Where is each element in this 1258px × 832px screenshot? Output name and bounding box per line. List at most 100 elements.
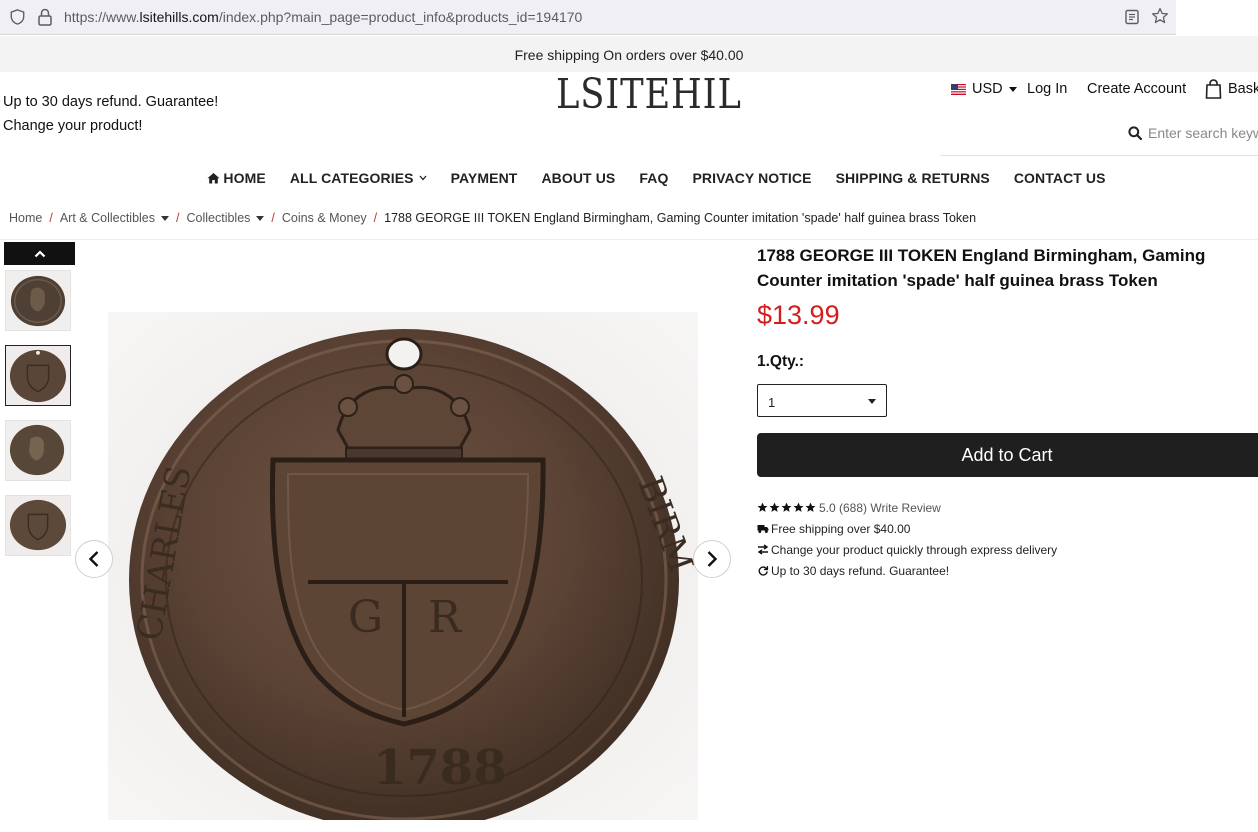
divider — [0, 239, 1258, 240]
feature-row: Change your product quickly through expr… — [757, 539, 1057, 560]
breadcrumb-separator: / — [49, 211, 53, 225]
nav-payment[interactable]: Payment — [451, 167, 518, 189]
create-account-link[interactable]: Create Account — [1087, 78, 1186, 100]
login-link[interactable]: Log In — [1027, 78, 1067, 100]
search-icon[interactable] — [1128, 126, 1142, 140]
login-label: Log In — [1027, 81, 1068, 97]
star-icon — [769, 502, 780, 512]
refresh-icon — [758, 566, 769, 576]
bookmark-star-icon[interactable] — [1151, 7, 1169, 25]
promo-bar: Free shipping On orders over $40.00 — [0, 36, 1258, 72]
caret-down-icon — [868, 399, 876, 404]
nav-faq[interactable]: FAQ — [639, 167, 668, 189]
star-icon — [793, 502, 804, 512]
nav-shipping-returns-label: Shipping & Returns — [835, 170, 990, 186]
caret-down-icon[interactable] — [161, 215, 170, 221]
coin-shield-thumbnail — [6, 496, 70, 555]
caret-down-icon[interactable] — [256, 215, 265, 221]
nav-home[interactable]: Home — [207, 167, 266, 189]
browser-address-bar: https://www.lsitehills.com/index.php?mai… — [0, 0, 1258, 35]
site-logo[interactable]: LSITEHIL — [556, 70, 742, 118]
home-icon — [207, 173, 220, 184]
nav-privacy-notice-label: Privacy Notice — [692, 170, 812, 186]
product-thumbnail-active[interactable] — [5, 345, 71, 406]
currency-label: USD — [972, 81, 1003, 97]
svg-text:R: R — [428, 592, 463, 643]
nav-privacy-notice[interactable]: Privacy Notice — [692, 167, 811, 189]
shopping-bag-icon — [1205, 79, 1222, 99]
breadcrumb-coins-money[interactable]: Coins & Money — [282, 211, 367, 225]
breadcrumb-separator: / — [176, 211, 180, 225]
nav-all-categories-label: All Categories — [289, 170, 414, 186]
nav-about-us-label: About Us — [541, 170, 616, 186]
search-bar — [940, 116, 1258, 156]
coin-shield-thumbnail — [6, 346, 70, 405]
image-next-button[interactable] — [693, 540, 731, 578]
rating-review-link[interactable]: 5.0 (688) Write Review — [819, 501, 941, 515]
nav-home-label: Home — [223, 170, 266, 186]
breadcrumb-home[interactable]: Home — [9, 211, 42, 225]
shield-icon[interactable] — [10, 9, 25, 25]
product-thumbnail[interactable] — [5, 420, 71, 481]
breadcrumb: Home / Art & Collectibles / Collectibles… — [9, 211, 976, 225]
coin-year-text: 1788 — [373, 740, 507, 796]
star-icon — [781, 502, 792, 512]
feature-row: Up to 30 days refund. Guarantee! — [757, 560, 1057, 581]
breadcrumb-collectibles[interactable]: Collectibles — [187, 211, 251, 225]
product-thumbnail[interactable] — [5, 270, 71, 331]
breadcrumb-art-collectibles[interactable]: Art & Collectibles — [60, 211, 155, 225]
exchange-icon — [757, 544, 769, 555]
change-product-line: Change your product! — [3, 118, 143, 134]
breadcrumb-separator: / — [373, 211, 378, 225]
add-to-cart-button[interactable]: Add to Cart — [757, 433, 1258, 477]
breadcrumb-current: 1788 GEORGE III TOKEN England Birmingham… — [384, 211, 977, 225]
nav-contact-us[interactable]: Contact Us — [1014, 167, 1106, 189]
chevron-left-icon — [88, 551, 99, 567]
nav-payment-label: Payment — [450, 170, 518, 186]
us-flag-icon — [951, 83, 966, 95]
thumbnail-scroll-up-button[interactable] — [4, 242, 75, 265]
feature-text: Up to 30 days refund. Guarantee! — [771, 563, 950, 578]
chevron-down-icon — [419, 175, 427, 181]
guarantee-line: Up to 30 days refund. Guarantee! — [3, 94, 219, 110]
currency-selector[interactable]: USD — [951, 78, 1017, 100]
coin-portrait-thumbnail — [6, 271, 70, 330]
quantity-select[interactable]: 1 — [757, 384, 887, 417]
truck-icon — [757, 525, 769, 533]
product-thumbnail[interactable] — [5, 495, 71, 556]
url-host: lsitehills.com — [139, 9, 219, 25]
feature-text: Free shipping over $40.00 — [771, 521, 911, 536]
basket-link[interactable]: Bask — [1205, 78, 1258, 100]
star-icon — [805, 502, 816, 512]
coin-portrait-thumbnail — [6, 421, 70, 480]
chevron-down-icon — [1008, 86, 1017, 92]
url-prefix: https://www. — [64, 9, 140, 25]
nav-shipping-returns[interactable]: Shipping & Returns — [836, 167, 990, 189]
lock-icon[interactable] — [37, 8, 53, 26]
nav-contact-us-label: Contact Us — [1013, 170, 1106, 186]
search-input[interactable] — [1148, 120, 1258, 146]
toolbar-spacer — [1176, 0, 1258, 35]
nav-all-categories[interactable]: All Categories — [290, 167, 427, 189]
reader-view-icon[interactable] — [1124, 9, 1140, 25]
create-account-label: Create Account — [1087, 81, 1187, 97]
chevron-up-icon — [34, 249, 45, 257]
quantity-value: 1 — [768, 395, 776, 410]
product-price: $13.99 — [757, 300, 840, 330]
product-main-image[interactable]: G R 1788 CHARLES BIRM — [108, 312, 701, 831]
url-field[interactable]: https://www.lsitehills.com/index.php?mai… — [64, 9, 582, 25]
rating-row: 5.0 (688) Write Review — [757, 497, 1057, 518]
svg-text:G: G — [348, 592, 383, 643]
breadcrumb-separator: / — [271, 211, 275, 225]
image-prev-button[interactable] — [75, 540, 113, 578]
product-title: 1788 GEORGE III TOKEN England Birmingham… — [757, 246, 1206, 290]
feature-text: Change your product quickly through expr… — [771, 542, 1058, 557]
rating-stars — [757, 502, 816, 513]
basket-label: Bask — [1228, 81, 1258, 97]
quantity-label: 1.Qty.: — [757, 353, 805, 370]
url-path: /index.php?main_page=product_info&produc… — [218, 9, 583, 25]
nav-about-us[interactable]: About Us — [541, 167, 615, 189]
star-icon — [757, 502, 768, 512]
nav-faq-label: FAQ — [639, 170, 669, 186]
feature-row: Free shipping over $40.00 — [757, 518, 1057, 539]
